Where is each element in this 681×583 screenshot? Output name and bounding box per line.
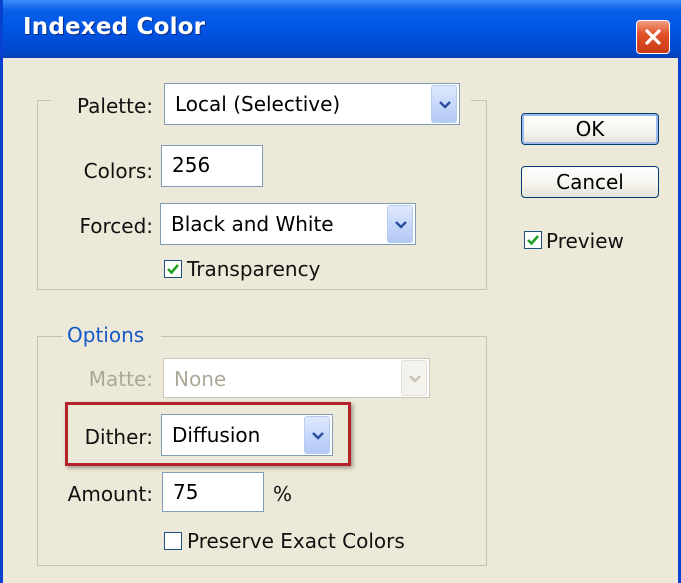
matte-select: None — [163, 358, 430, 398]
close-icon — [645, 29, 661, 45]
dither-highlight-box — [65, 402, 351, 466]
ok-button[interactable]: OK — [521, 113, 659, 145]
options-legend: Options — [67, 323, 145, 347]
forced-label: Forced: — [79, 214, 153, 238]
colors-input[interactable]: 256 — [161, 145, 263, 187]
preserve-exact-colors-checkbox[interactable] — [164, 532, 182, 550]
amount-label: Amount: — [67, 482, 153, 506]
amount-input[interactable]: 75 — [162, 472, 264, 512]
matte-dropdown-button — [401, 360, 427, 396]
forced-value: Black and White — [171, 212, 334, 236]
palette-label: Palette: — [76, 94, 153, 118]
palette-dropdown-button[interactable] — [431, 85, 457, 123]
close-button[interactable] — [636, 20, 670, 54]
forced-dropdown-button[interactable] — [387, 205, 413, 243]
checkmark-icon — [167, 264, 179, 275]
chevron-down-icon — [409, 375, 421, 383]
cancel-button[interactable]: Cancel — [521, 166, 659, 198]
forced-select[interactable]: Black and White — [160, 203, 416, 245]
chevron-down-icon — [395, 221, 407, 229]
palette-select[interactable]: Local (Selective) — [164, 83, 460, 125]
preview-checkbox[interactable] — [524, 231, 542, 249]
palette-value: Local (Selective) — [175, 92, 341, 116]
matte-value: None — [174, 367, 227, 391]
transparency-checkbox[interactable] — [164, 260, 182, 278]
dialog-title: Indexed Color — [23, 14, 206, 40]
preview-label: Preview — [546, 229, 624, 253]
matte-label: Matte: — [88, 367, 153, 391]
title-bar[interactable]: Indexed Color — [3, 0, 681, 58]
indexed-color-dialog: Indexed Color Palette: Local (Selective)… — [0, 0, 681, 583]
checkmark-icon — [527, 235, 539, 246]
chevron-down-icon — [439, 101, 451, 109]
transparency-label: Transparency — [187, 257, 321, 281]
preserve-exact-colors-label: Preserve Exact Colors — [187, 529, 405, 553]
amount-unit: % — [273, 482, 293, 506]
colors-label: Colors: — [83, 159, 153, 183]
